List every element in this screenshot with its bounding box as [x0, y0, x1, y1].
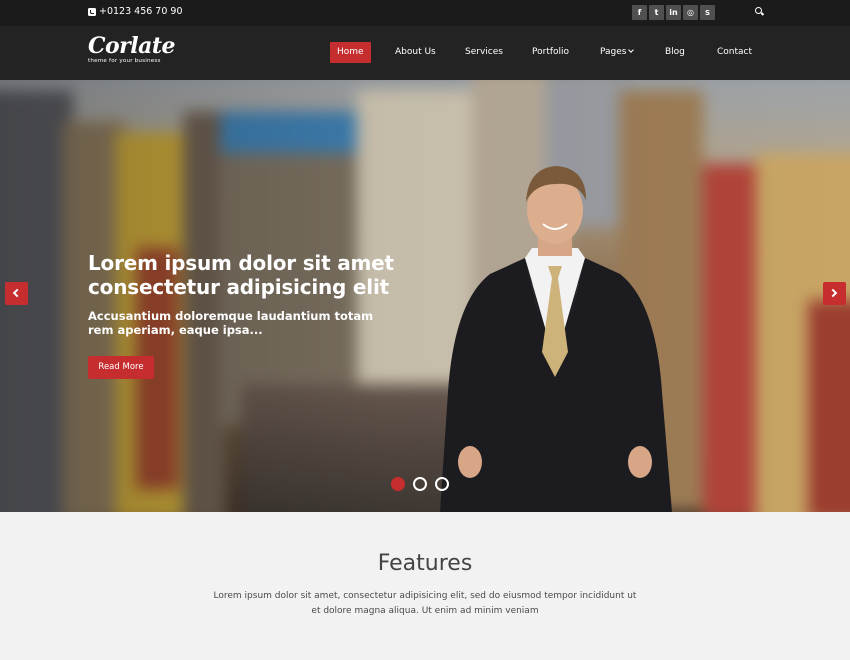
- facebook-icon[interactable]: f: [632, 5, 647, 20]
- nav-services[interactable]: Services: [458, 42, 510, 63]
- twitter-icon[interactable]: t: [649, 5, 664, 20]
- features-description: Lorem ipsum dolor sit amet, consectetur …: [213, 591, 637, 616]
- dribbble-icon[interactable]: ◎: [683, 5, 698, 20]
- slider-dot-1[interactable]: [391, 477, 405, 491]
- logo[interactable]: Corlate theme for your business: [88, 33, 176, 64]
- nav-about-us[interactable]: About Us: [388, 42, 443, 63]
- nav-contact[interactable]: Contact: [710, 42, 759, 63]
- nav-portfolio[interactable]: Portfolio: [525, 42, 576, 63]
- nav-home[interactable]: Home: [330, 42, 371, 63]
- features-title: Features: [377, 551, 473, 576]
- social-links: f t in ◎ S: [632, 5, 715, 20]
- phone-icon: [88, 7, 96, 16]
- slider-prev-button[interactable]: [5, 282, 28, 305]
- hero-title: Lorem ipsum dolor sit amet consectetur a…: [88, 251, 394, 299]
- hero-subtitle: Accusantium doloremque laudantium totam …: [88, 309, 374, 337]
- search-icon[interactable]: [755, 7, 764, 16]
- slider-pagination: [391, 477, 449, 491]
- nav-pages-label: Pages: [600, 47, 627, 57]
- top-bar: +0123 456 70 90 f t in ◎ S: [0, 0, 850, 26]
- site-header: Corlate theme for your business Home Abo…: [0, 26, 850, 80]
- businessman-image: [440, 166, 672, 512]
- phone-number: +0123 456 70 90: [99, 6, 183, 17]
- slider-dot-3[interactable]: [435, 477, 449, 491]
- chevron-right-icon: [828, 288, 838, 298]
- skype-icon[interactable]: S: [700, 5, 715, 20]
- slider-next-button[interactable]: [823, 282, 846, 305]
- linkedin-icon[interactable]: in: [666, 5, 681, 20]
- phone-info: +0123 456 70 90: [88, 6, 183, 17]
- read-more-button[interactable]: Read More: [88, 356, 154, 379]
- nav-pages[interactable]: Pages: [593, 42, 640, 63]
- nav-blog[interactable]: Blog: [658, 42, 692, 63]
- chevron-left-icon: [12, 288, 22, 298]
- slider-dot-2[interactable]: [413, 477, 427, 491]
- hero-slider: Lorem ipsum dolor sit amet consectetur a…: [0, 80, 850, 512]
- chevron-down-icon: [628, 47, 635, 53]
- logo-text: Corlate: [88, 33, 176, 59]
